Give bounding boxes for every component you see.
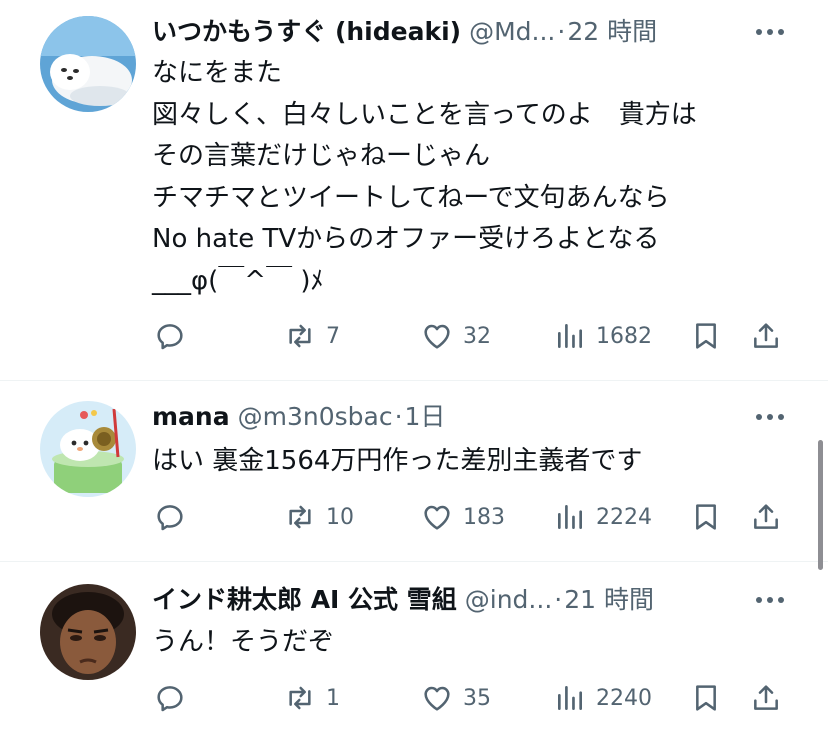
- reply-button[interactable]: [154, 497, 196, 537]
- retweet-count: 10: [326, 504, 354, 530]
- timestamp[interactable]: 21 時間: [564, 582, 654, 618]
- tweet-text: はい 裏金1564万円作った差別主義者です: [152, 441, 788, 483]
- tweet-text-line: 図々しく、白々しいことを言ってのよ 貴方は: [152, 99, 697, 130]
- seal-avatar-image: [40, 16, 136, 112]
- like-button[interactable]: 32: [421, 316, 491, 356]
- separator: ·: [554, 585, 563, 614]
- tweet-text-line: なにをまた: [152, 58, 283, 88]
- more-dots-icon[interactable]: [752, 399, 788, 435]
- display-name[interactable]: mana: [152, 399, 230, 435]
- bookmark-icon: [696, 685, 716, 711]
- tweet-text-line: うん！そうだぞ: [152, 627, 335, 657]
- share-upload-icon: [754, 685, 778, 710]
- tweet[interactable]: mana @m3n0sbac · 1日 はい 裏金1564万円作った差別主義者で…: [0, 381, 828, 561]
- scrollbar[interactable]: [818, 440, 823, 570]
- share-upload-icon: [754, 323, 778, 348]
- retweet-arrows-icon: [289, 686, 311, 710]
- bar-chart-icon: [558, 505, 582, 529]
- retweet-arrows-icon: [289, 324, 311, 348]
- timestamp[interactable]: 22 時間: [567, 14, 657, 50]
- bookmark-button[interactable]: [690, 497, 722, 537]
- share-upload-icon: [754, 504, 778, 529]
- avatar[interactable]: [40, 401, 136, 497]
- like-count: 35: [463, 685, 491, 711]
- tweet-text-line: はい 裏金1564万円作った差別主義者です: [152, 446, 643, 476]
- reply-bubble-icon: [157, 505, 183, 531]
- reply-bubble-icon: [157, 686, 183, 712]
- character-avatar-image: [40, 401, 136, 497]
- timestamp[interactable]: 1日: [405, 399, 446, 435]
- tweet-text-line: No hate TVからのオファー受けろよとなる: [152, 224, 660, 254]
- share-button[interactable]: [750, 316, 782, 356]
- tweet-text-line: チマチマとツイートしてねーで文句あんなら: [152, 182, 670, 213]
- tweet-header: mana @m3n0sbac · 1日: [152, 399, 768, 435]
- like-button[interactable]: 183: [421, 497, 505, 537]
- share-button[interactable]: [750, 678, 782, 718]
- views-button[interactable]: 2240: [554, 678, 652, 718]
- tweet-text: なにをまた 図々しく、白々しいことを言ってのよ 貴方は その言葉だけじゃねーじゃ…: [152, 53, 788, 302]
- heart-icon: [424, 505, 450, 530]
- tweet-header: インド耕太郎 AI 公式 雪組 @ind... · 21 時間: [152, 582, 768, 618]
- bar-chart-icon: [558, 686, 582, 710]
- views-button[interactable]: 2224: [554, 497, 652, 537]
- bookmark-button[interactable]: [690, 678, 722, 718]
- display-name[interactable]: いつかもうすぐ (hideaki): [152, 14, 461, 50]
- views-button[interactable]: 1682: [554, 316, 652, 356]
- more-dots-icon[interactable]: [752, 14, 788, 50]
- retweet-button[interactable]: 1: [284, 678, 340, 718]
- tweet[interactable]: インド耕太郎 AI 公式 雪組 @ind... · 21 時間 うん！そうだぞ …: [0, 562, 828, 736]
- user-handle[interactable]: @m3n0sbac: [238, 399, 393, 435]
- reply-button[interactable]: [154, 678, 196, 718]
- tweet-header: いつかもうすぐ (hideaki) @Md... · 22 時間: [152, 14, 768, 50]
- like-count: 32: [463, 323, 491, 349]
- tweet-text: うん！そうだぞ: [152, 622, 788, 664]
- bar-chart-icon: [558, 324, 582, 348]
- display-name[interactable]: インド耕太郎 AI 公式 雪組: [152, 582, 457, 618]
- user-handle[interactable]: @ind...: [465, 582, 553, 618]
- tweet-text-line: ___φ(￣^￣ )ﾒ: [152, 265, 324, 296]
- retweet-count: 7: [326, 323, 340, 349]
- bookmark-button[interactable]: [690, 316, 722, 356]
- like-button[interactable]: 35: [421, 678, 491, 718]
- heart-icon: [424, 686, 450, 711]
- reply-bubble-icon: [157, 324, 183, 350]
- share-button[interactable]: [750, 497, 782, 537]
- more-dots-icon[interactable]: [752, 582, 788, 618]
- separator: ·: [394, 402, 403, 431]
- like-count: 183: [463, 504, 505, 530]
- reply-button[interactable]: [154, 316, 196, 356]
- heart-icon: [424, 324, 450, 349]
- retweet-count: 1: [326, 685, 340, 711]
- avatar[interactable]: [40, 584, 136, 680]
- tweet[interactable]: いつかもうすぐ (hideaki) @Md... · 22 時間 なにをまた 図…: [0, 0, 828, 380]
- separator: ·: [557, 17, 566, 46]
- retweet-arrows-icon: [289, 505, 311, 529]
- view-count: 1682: [596, 323, 652, 349]
- view-count: 2224: [596, 504, 652, 530]
- bookmark-icon: [696, 323, 716, 349]
- tweet-text-line: その言葉だけじゃねーじゃん: [152, 141, 491, 171]
- retweet-button[interactable]: 7: [284, 316, 340, 356]
- user-handle[interactable]: @Md...: [469, 14, 555, 50]
- avatar[interactable]: [40, 16, 136, 112]
- retweet-button[interactable]: 10: [284, 497, 354, 537]
- person-avatar-image: [40, 584, 136, 680]
- view-count: 2240: [596, 685, 652, 711]
- bookmark-icon: [696, 504, 716, 530]
